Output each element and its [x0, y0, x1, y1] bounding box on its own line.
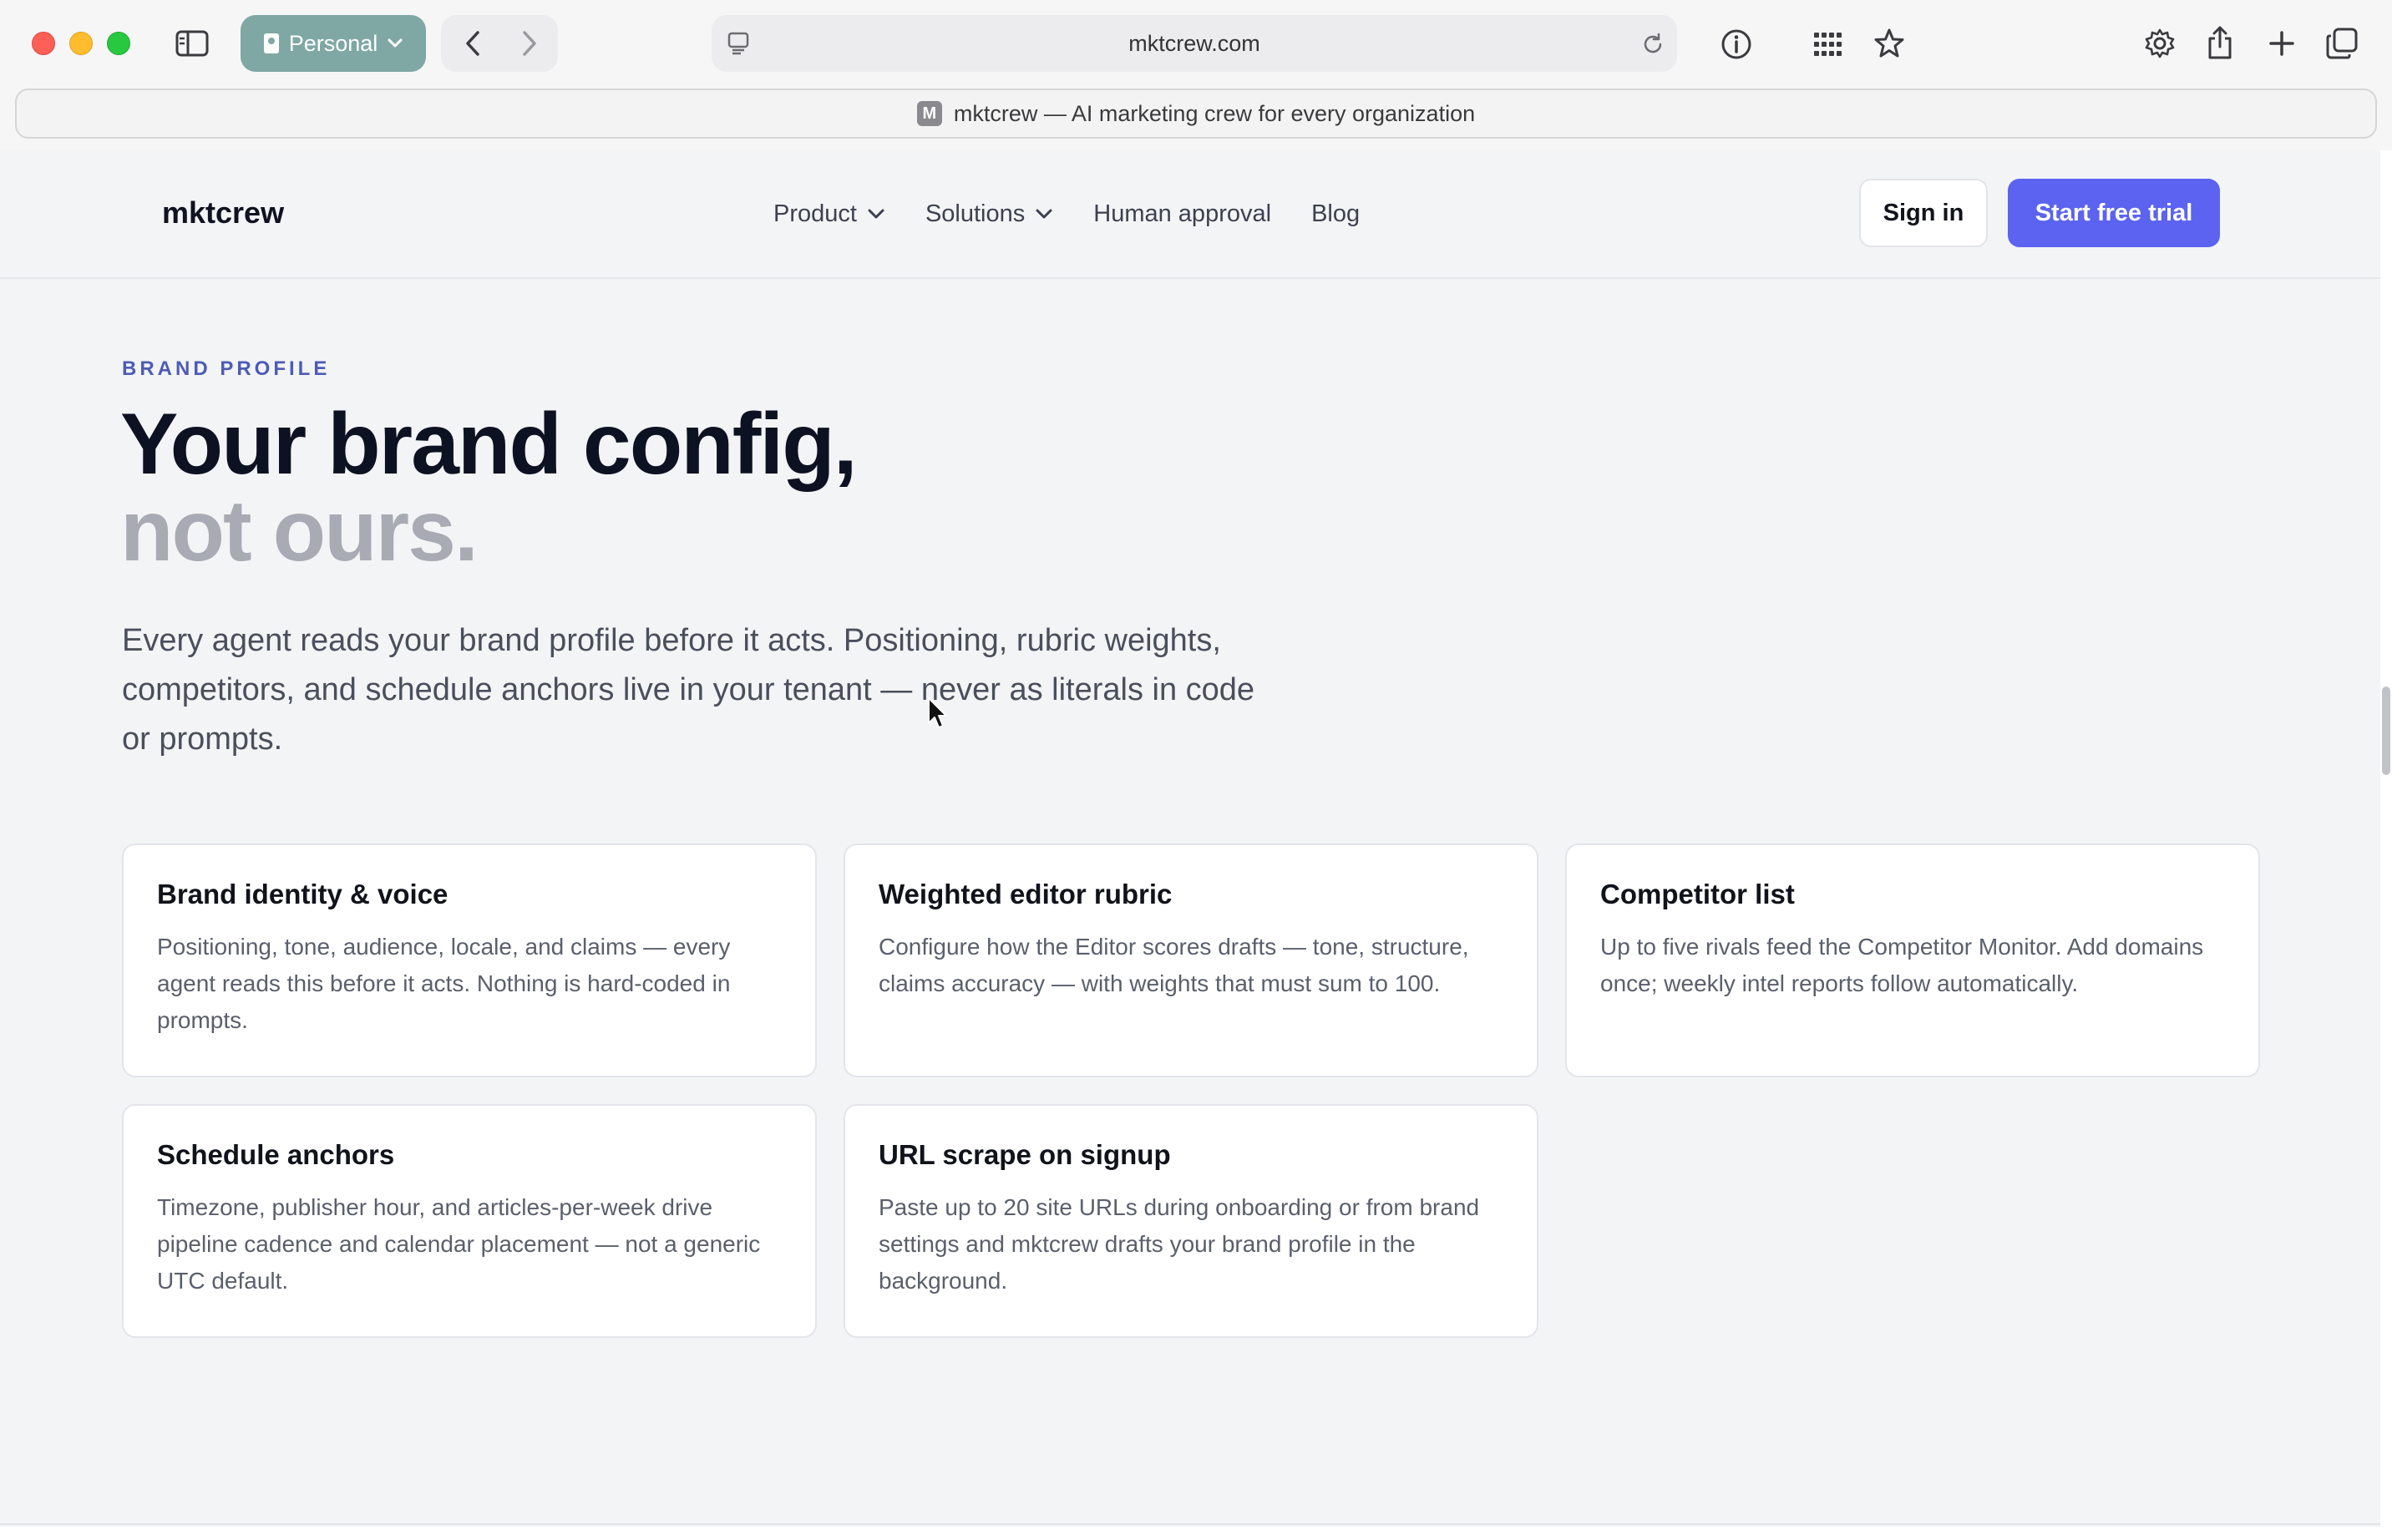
chevron-down-icon	[388, 38, 403, 48]
address-bar[interactable]: mktcrew.com	[712, 15, 1677, 72]
scrollbar-thumb[interactable]	[2382, 686, 2390, 775]
close-window-button[interactable]	[32, 32, 55, 55]
chevron-down-icon	[868, 209, 884, 219]
url-text: mktcrew.com	[1128, 31, 1260, 56]
chevron-down-icon	[1036, 209, 1052, 219]
web-page: mktcrew Product Solutions Human approval…	[0, 150, 2380, 1527]
share-icon[interactable]	[2202, 23, 2238, 62]
feature-card-body: Configure how the Editor scores drafts —…	[879, 934, 1469, 996]
sign-in-button[interactable]: Sign in	[1859, 179, 1988, 247]
star-icon[interactable]	[1871, 25, 1908, 62]
back-icon[interactable]	[456, 25, 489, 62]
section-divider	[0, 1523, 2380, 1525]
scrollbar-track[interactable]	[2380, 150, 2392, 1540]
feature-card-title: Competitor list	[1600, 879, 1795, 909]
nav-blog[interactable]: Blog	[1311, 200, 1360, 228]
feature-card-title: Weighted editor rubric	[879, 879, 1173, 909]
section-headline: Your brand config, not ours.	[120, 396, 858, 580]
nav-product-label: Product	[773, 200, 857, 227]
main-nav: Product Solutions Human approval Blog	[773, 194, 1400, 234]
start-free-trial-button[interactable]: Start free trial	[2008, 179, 2220, 247]
grid-icon[interactable]	[1811, 27, 1846, 62]
section-eyebrow: BRAND PROFILE	[122, 357, 331, 380]
nav-blog-label: Blog	[1311, 200, 1361, 227]
sidebar-icon[interactable]	[174, 27, 210, 60]
profile-label: Personal	[288, 30, 378, 56]
nav-solutions[interactable]: Solutions	[925, 200, 1053, 228]
nav-human-approval[interactable]: Human approval	[1093, 200, 1271, 228]
site-header: mktcrew Product Solutions Human approval…	[0, 150, 2380, 279]
profile-switcher[interactable]: Personal	[241, 15, 426, 72]
minimize-window-button[interactable]	[69, 32, 93, 55]
info-icon[interactable]	[1719, 27, 1754, 62]
feature-card-body: Up to five rivals feed the Competitor Mo…	[1600, 934, 2204, 996]
feature-card-title: Brand identity & voice	[157, 879, 448, 909]
feature-card-title: URL scrape on signup	[879, 1139, 1171, 1170]
tab-favicon: M	[916, 101, 942, 126]
nav-product[interactable]: Product	[773, 200, 885, 228]
profile-badge-icon	[263, 33, 279, 53]
feature-card: Schedule anchors Timezone, publisher hou…	[122, 1104, 817, 1338]
browser-chrome: Personal mktcrew.com M mktcrew — AI mark…	[0, 0, 2392, 150]
feature-card-body: Positioning, tone, audience, locale, and…	[157, 934, 731, 1033]
feature-card: URL scrape on signup Paste up to 20 site…	[844, 1104, 1538, 1338]
feature-card: Competitor list Up to five rivals feed t…	[1565, 843, 2260, 1077]
feature-card-body: Paste up to 20 site URLs during onboardi…	[879, 1194, 1480, 1294]
mouse-cursor-icon	[928, 697, 947, 728]
tab-title: mktcrew — AI marketing crew for every or…	[953, 100, 1476, 126]
feature-card-title: Schedule anchors	[157, 1139, 395, 1170]
reload-icon[interactable]	[1639, 30, 1667, 58]
feature-card: Brand identity & voice Positioning, tone…	[122, 843, 817, 1077]
active-tab[interactable]: M mktcrew — AI marketing crew for every …	[15, 89, 2377, 139]
gear-icon[interactable]	[2141, 25, 2178, 62]
plus-icon[interactable]	[2263, 25, 2300, 62]
section-lede: Every agent reads your brand profile bef…	[122, 623, 1255, 757]
nav-solutions-label: Solutions	[925, 200, 1026, 227]
feature-card: Weighted editor rubric Configure how the…	[844, 843, 1538, 1077]
nav-human-approval-label: Human approval	[1093, 200, 1272, 227]
feature-card-body: Timezone, publisher hour, and articles-p…	[157, 1194, 761, 1294]
tabs-overview-icon[interactable]	[2324, 25, 2360, 62]
forward-icon[interactable]	[513, 25, 546, 62]
headline-line-2: not ours.	[120, 483, 479, 580]
headline-line-1: Your brand config,	[120, 396, 858, 493]
site-logo[interactable]: mktcrew	[162, 195, 284, 230]
zoom-window-button[interactable]	[107, 32, 130, 55]
